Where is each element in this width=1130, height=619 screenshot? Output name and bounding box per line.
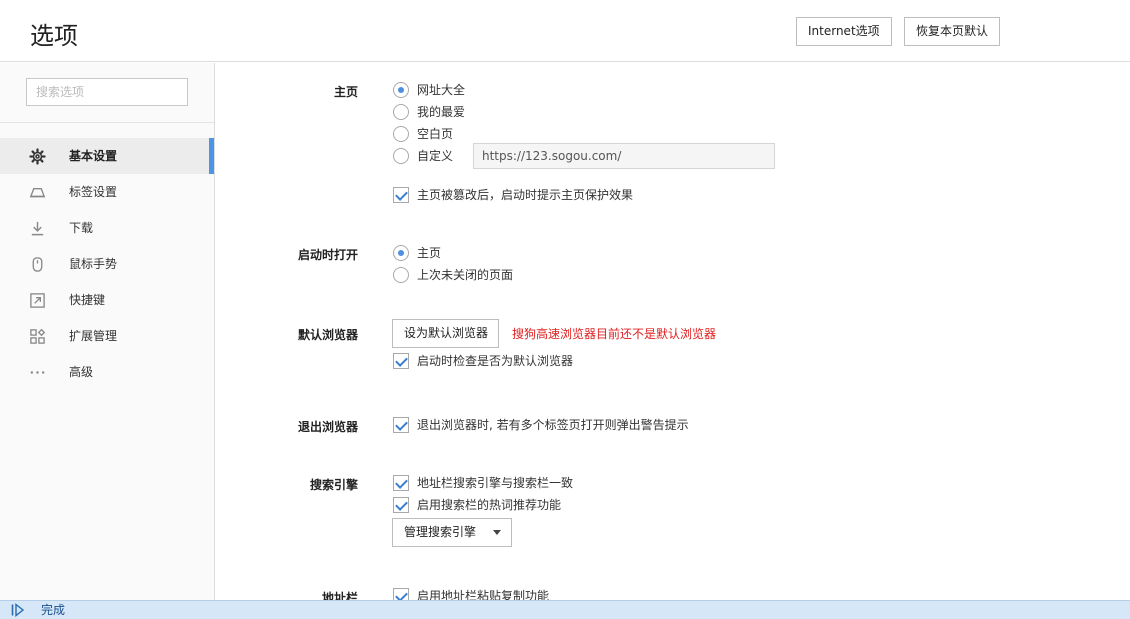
checkbox-label: 启用搜索栏的热词推荐功能 bbox=[417, 498, 562, 512]
option-label: 主页 bbox=[417, 246, 442, 260]
checkbox[interactable] bbox=[393, 417, 409, 433]
dropdown-label: 管理搜索引擎 bbox=[404, 525, 477, 539]
sidebar-toggle-icon[interactable] bbox=[10, 603, 26, 617]
exit-browser-section-label: 退出浏览器 bbox=[297, 420, 358, 434]
radio-button[interactable] bbox=[393, 104, 409, 120]
shortcut-icon bbox=[30, 293, 45, 308]
checkbox[interactable] bbox=[393, 497, 409, 513]
manage-search-engines-dropdown[interactable]: 管理搜索引擎 bbox=[392, 518, 512, 547]
sidebar-item-mouse-gesture[interactable]: 鼠标手势 bbox=[0, 246, 214, 282]
search-engine-section-label: 搜索引擎 bbox=[309, 478, 358, 492]
sidebar-item-tab-settings[interactable]: 标签设置 bbox=[0, 174, 214, 210]
address-bar-section-label: 地址栏 bbox=[321, 591, 358, 600]
mouse-icon bbox=[32, 257, 43, 272]
status-text: 完成 bbox=[41, 603, 66, 617]
search-input[interactable] bbox=[26, 78, 188, 106]
set-default-browser-button[interactable]: 设为默认浏览器 bbox=[392, 319, 499, 348]
sidebar-item-label: 下载 bbox=[69, 221, 94, 235]
download-icon bbox=[31, 221, 44, 236]
checkbox[interactable] bbox=[393, 187, 409, 203]
checkbox-label: 退出浏览器时, 若有多个标签页打开则弹出警告提示 bbox=[417, 418, 689, 432]
sidebar-divider bbox=[0, 122, 214, 123]
sidebar-item-download[interactable]: 下载 bbox=[0, 210, 214, 246]
sidebar-item-basic-settings[interactable]: 基本设置 bbox=[0, 138, 214, 174]
default-browser-warning: 搜狗高速浏览器目前还不是默认浏览器 bbox=[512, 327, 717, 341]
sidebar-item-extensions[interactable]: 扩展管理 bbox=[0, 318, 214, 354]
settings-panel: 主页 网址大全 我的最爱 空白页 自定义 主页被篡改后，启动时提示主页保护效果 … bbox=[216, 63, 1130, 600]
sidebar: 基本设置 标签设置 下载 鼠标手势 快捷键 bbox=[0, 63, 215, 600]
sidebar-item-label: 鼠标手势 bbox=[69, 257, 118, 271]
custom-homepage-url-input[interactable] bbox=[473, 143, 775, 169]
checkbox-label: 地址栏搜索引擎与搜索栏一致 bbox=[417, 476, 574, 490]
option-label: 空白页 bbox=[417, 127, 454, 141]
internet-options-button[interactable]: Internet选项 bbox=[796, 17, 892, 46]
sidebar-item-advanced[interactable]: 高级 bbox=[0, 354, 214, 390]
sidebar-item-label: 扩展管理 bbox=[69, 329, 118, 343]
sidebar-item-shortcuts[interactable]: 快捷键 bbox=[0, 282, 214, 318]
checkbox-label: 启动时检查是否为默认浏览器 bbox=[417, 354, 574, 368]
sidebar-item-label: 基本设置 bbox=[69, 149, 118, 163]
chevron-down-icon bbox=[493, 530, 501, 535]
checkbox-label: 主页被篡改后，启动时提示主页保护效果 bbox=[417, 188, 634, 202]
sidebar-item-label: 快捷键 bbox=[69, 293, 106, 307]
checkbox[interactable] bbox=[393, 475, 409, 491]
radio-button[interactable] bbox=[393, 82, 409, 98]
header: 选项 Internet选项 恢复本页默认 bbox=[0, 0, 1130, 62]
option-label: 网址大全 bbox=[417, 83, 466, 97]
startup-section-label: 启动时打开 bbox=[297, 248, 358, 262]
status-bar: 完成 bbox=[0, 600, 1130, 619]
radio-button[interactable] bbox=[393, 267, 409, 283]
sidebar-nav: 基本设置 标签设置 下载 鼠标手势 快捷键 扩展管理 高级 bbox=[0, 138, 214, 390]
checkbox[interactable] bbox=[393, 588, 409, 600]
page-title: 选项 bbox=[30, 22, 78, 50]
option-label: 上次未关闭的页面 bbox=[417, 268, 514, 282]
checkbox[interactable] bbox=[393, 353, 409, 369]
radio-button[interactable] bbox=[393, 126, 409, 142]
option-label: 我的最爱 bbox=[417, 105, 466, 119]
checkbox-label: 启用地址栏粘贴复制功能 bbox=[417, 589, 550, 600]
default-browser-section-label: 默认浏览器 bbox=[297, 328, 358, 342]
more-icon bbox=[30, 371, 45, 374]
radio-button[interactable] bbox=[393, 148, 409, 164]
radio-button[interactable] bbox=[393, 245, 409, 261]
option-label: 自定义 bbox=[417, 149, 454, 163]
restore-defaults-button[interactable]: 恢复本页默认 bbox=[904, 17, 1001, 46]
gear-icon bbox=[29, 148, 46, 165]
extensions-icon bbox=[30, 328, 46, 344]
homepage-section-label: 主页 bbox=[333, 85, 358, 99]
sidebar-item-label: 标签设置 bbox=[69, 185, 118, 199]
tab-icon bbox=[29, 188, 46, 198]
sidebar-item-label: 高级 bbox=[69, 365, 94, 379]
